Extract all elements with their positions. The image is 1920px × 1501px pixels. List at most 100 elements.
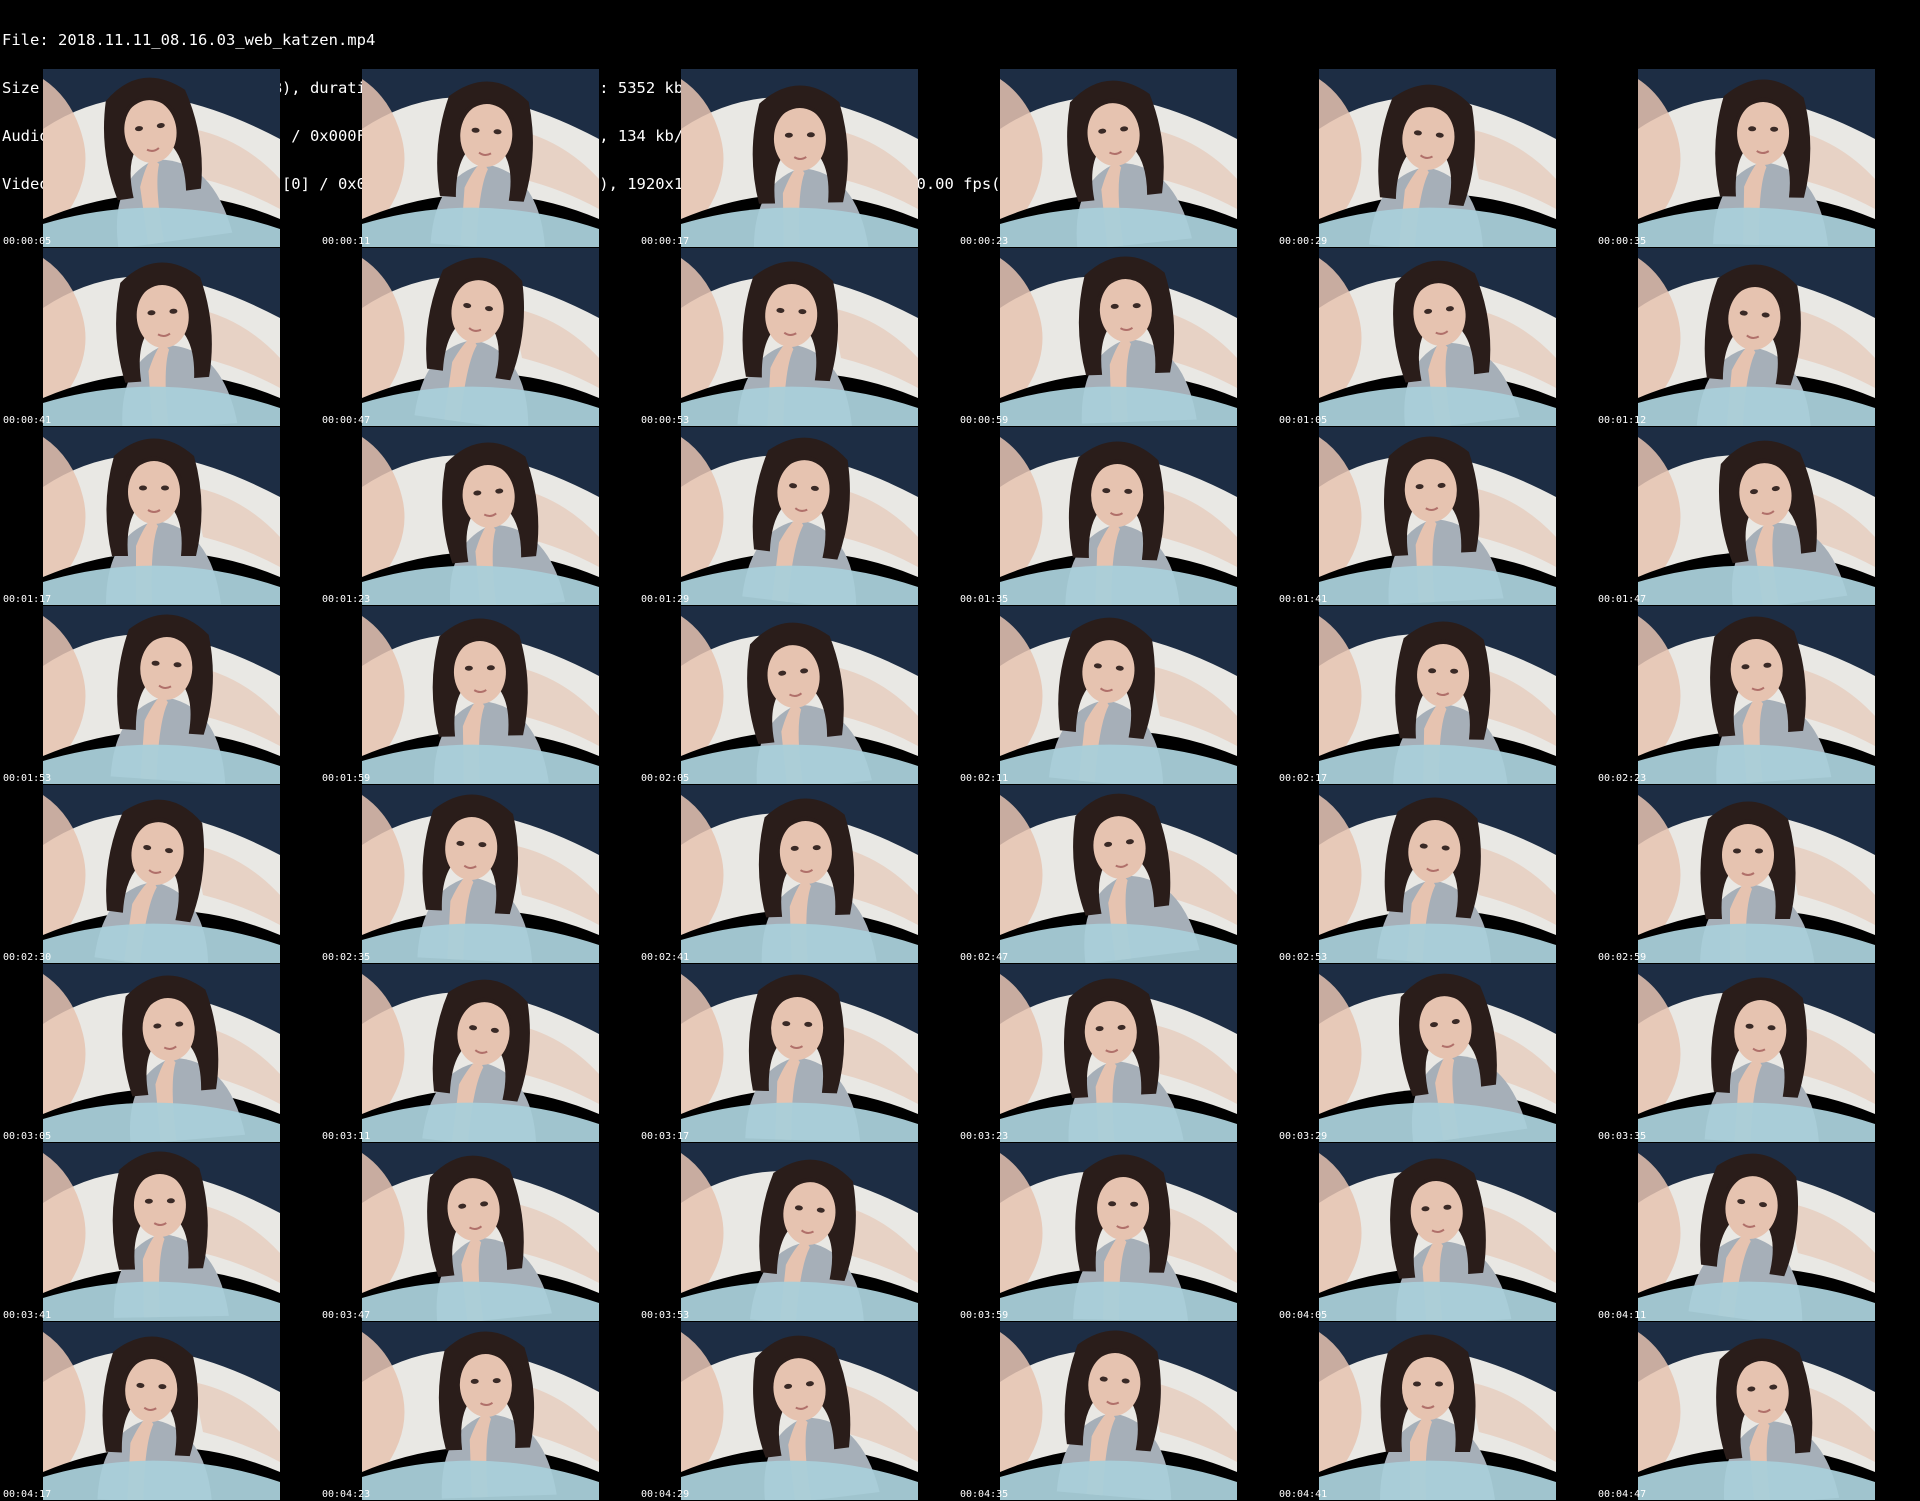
timestamp-label: 00:01:05 bbox=[1279, 415, 1328, 426]
timestamp-label: 00:01:12 bbox=[1598, 415, 1647, 426]
timestamp-label: 00:02:41 bbox=[641, 952, 690, 963]
video-frame-thumbnail bbox=[43, 1322, 280, 1500]
timestamp-label: 00:03:47 bbox=[322, 1310, 371, 1321]
thumbnail-cell: 00:01:05 bbox=[1276, 247, 1595, 426]
thumbnail-cell: 00:04:05 bbox=[1276, 1142, 1595, 1321]
thumbnail-cell: 00:00:29 bbox=[1276, 68, 1595, 247]
video-frame-thumbnail bbox=[1000, 427, 1237, 605]
thumbnail-cell: 00:00:23 bbox=[957, 68, 1276, 247]
thumbnail-cell: 00:04:47 bbox=[1595, 1321, 1914, 1500]
video-frame-thumbnail bbox=[681, 248, 918, 426]
timestamp-label: 00:01:53 bbox=[3, 773, 52, 784]
timestamp-label: 00:00:17 bbox=[641, 236, 690, 247]
video-frame-thumbnail bbox=[1638, 785, 1875, 963]
file-name-line: File: 2018.11.11_08.16.03_web_katzen.mp4 bbox=[2, 31, 376, 49]
thumbnail-cell: 00:02:35 bbox=[319, 784, 638, 963]
video-frame-thumbnail bbox=[43, 248, 280, 426]
timestamp-label: 00:02:53 bbox=[1279, 952, 1328, 963]
video-frame-thumbnail bbox=[43, 69, 280, 247]
video-frame-thumbnail bbox=[681, 69, 918, 247]
timestamp-label: 00:04:17 bbox=[3, 1489, 52, 1500]
timestamp-label: 00:03:41 bbox=[3, 1310, 52, 1321]
timestamp-label: 00:00:47 bbox=[322, 415, 371, 426]
video-frame-thumbnail bbox=[43, 1143, 280, 1321]
thumbnail-cell: 00:01:59 bbox=[319, 605, 638, 784]
thumbnail-cell: 00:03:47 bbox=[319, 1142, 638, 1321]
timestamp-label: 00:01:17 bbox=[3, 594, 52, 605]
thumbnail-grid: 00:00:05 00:00:11 00:00:17 00:00:23 00:00:29… bbox=[0, 68, 1920, 1500]
video-frame-thumbnail bbox=[1638, 69, 1875, 247]
timestamp-label: 00:03:05 bbox=[3, 1131, 52, 1142]
timestamp-label: 00:00:59 bbox=[960, 415, 1009, 426]
timestamp-label: 00:00:23 bbox=[960, 236, 1009, 247]
video-frame-thumbnail bbox=[1319, 248, 1556, 426]
thumbnail-cell: 00:03:35 bbox=[1595, 963, 1914, 1142]
video-frame-thumbnail bbox=[681, 964, 918, 1142]
thumbnail-cell: 00:01:17 bbox=[0, 426, 319, 605]
video-frame-thumbnail bbox=[362, 248, 599, 426]
video-frame-thumbnail bbox=[1000, 1322, 1237, 1500]
video-frame-thumbnail bbox=[1319, 785, 1556, 963]
thumbnail-cell: 00:02:11 bbox=[957, 605, 1276, 784]
timestamp-label: 00:02:23 bbox=[1598, 773, 1647, 784]
thumbnail-cell: 00:01:12 bbox=[1595, 247, 1914, 426]
timestamp-label: 00:02:47 bbox=[960, 952, 1009, 963]
video-frame-thumbnail bbox=[1000, 785, 1237, 963]
thumbnail-cell: 00:03:59 bbox=[957, 1142, 1276, 1321]
thumbnail-cell: 00:02:53 bbox=[1276, 784, 1595, 963]
timestamp-label: 00:02:05 bbox=[641, 773, 690, 784]
video-frame-thumbnail bbox=[362, 69, 599, 247]
timestamp-label: 00:00:11 bbox=[322, 236, 371, 247]
video-frame-thumbnail bbox=[1000, 606, 1237, 784]
video-frame-thumbnail bbox=[1319, 1322, 1556, 1500]
video-frame-thumbnail bbox=[362, 785, 599, 963]
video-frame-thumbnail bbox=[362, 1322, 599, 1500]
timestamp-label: 00:04:23 bbox=[322, 1489, 371, 1500]
thumbnail-cell: 00:00:35 bbox=[1595, 68, 1914, 247]
video-frame-thumbnail bbox=[1319, 606, 1556, 784]
video-frame-thumbnail bbox=[43, 606, 280, 784]
video-frame-thumbnail bbox=[1319, 1143, 1556, 1321]
video-frame-thumbnail bbox=[43, 427, 280, 605]
thumbnail-cell: 00:03:05 bbox=[0, 963, 319, 1142]
timestamp-label: 00:01:59 bbox=[322, 773, 371, 784]
thumbnail-cell: 00:03:53 bbox=[638, 1142, 957, 1321]
video-frame-thumbnail bbox=[681, 606, 918, 784]
thumbnail-cell: 00:00:05 bbox=[0, 68, 319, 247]
timestamp-label: 00:03:23 bbox=[960, 1131, 1009, 1142]
timestamp-label: 00:00:41 bbox=[3, 415, 52, 426]
thumbnail-cell: 00:03:23 bbox=[957, 963, 1276, 1142]
timestamp-label: 00:02:11 bbox=[960, 773, 1009, 784]
timestamp-label: 00:02:59 bbox=[1598, 952, 1647, 963]
thumbnail-cell: 00:04:35 bbox=[957, 1321, 1276, 1500]
timestamp-label: 00:03:11 bbox=[322, 1131, 371, 1142]
video-frame-thumbnail bbox=[1000, 248, 1237, 426]
video-frame-thumbnail bbox=[362, 1143, 599, 1321]
timestamp-label: 00:00:29 bbox=[1279, 236, 1328, 247]
video-frame-thumbnail bbox=[681, 1143, 918, 1321]
timestamp-label: 00:03:29 bbox=[1279, 1131, 1328, 1142]
thumbnail-cell: 00:03:29 bbox=[1276, 963, 1595, 1142]
timestamp-label: 00:04:11 bbox=[1598, 1310, 1647, 1321]
timestamp-label: 00:04:35 bbox=[960, 1489, 1009, 1500]
video-frame-thumbnail bbox=[1638, 248, 1875, 426]
timestamp-label: 00:04:05 bbox=[1279, 1310, 1328, 1321]
timestamp-label: 00:01:41 bbox=[1279, 594, 1328, 605]
thumbnail-cell: 00:00:53 bbox=[638, 247, 957, 426]
video-frame-thumbnail bbox=[1638, 1143, 1875, 1321]
thumbnail-cell: 00:00:11 bbox=[319, 68, 638, 247]
video-frame-thumbnail bbox=[1638, 606, 1875, 784]
timestamp-label: 00:00:05 bbox=[3, 236, 52, 247]
timestamp-label: 00:02:35 bbox=[322, 952, 371, 963]
thumbnail-cell: 00:01:23 bbox=[319, 426, 638, 605]
video-frame-thumbnail bbox=[1638, 964, 1875, 1142]
video-frame-thumbnail bbox=[1319, 964, 1556, 1142]
thumbnail-cell: 00:04:17 bbox=[0, 1321, 319, 1500]
timestamp-label: 00:02:30 bbox=[3, 952, 52, 963]
thumbnail-cell: 00:02:41 bbox=[638, 784, 957, 963]
thumbnail-cell: 00:04:23 bbox=[319, 1321, 638, 1500]
thumbnail-cell: 00:03:11 bbox=[319, 963, 638, 1142]
thumbnail-cell: 00:03:17 bbox=[638, 963, 957, 1142]
thumbnail-cell: 00:02:23 bbox=[1595, 605, 1914, 784]
timestamp-label: 00:00:53 bbox=[641, 415, 690, 426]
